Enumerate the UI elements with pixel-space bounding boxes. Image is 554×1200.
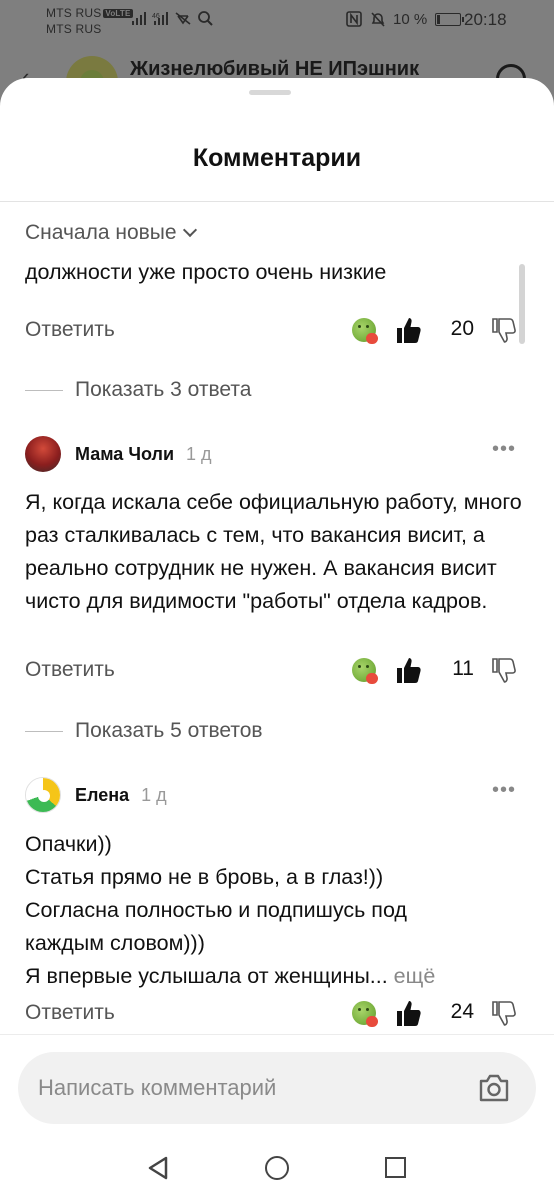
comment-line: Опачки)) [25, 832, 112, 856]
author-name[interactable]: Елена [75, 785, 129, 806]
comment-line: Согласна полностью и подпишусь под [25, 898, 407, 922]
thumbs-up-icon[interactable] [396, 999, 422, 1027]
thumbs-down-icon[interactable] [492, 317, 516, 343]
like-count: 11 [452, 657, 474, 680]
volte-badge: VoLTE [103, 9, 133, 18]
comment-line: каждым словом))) [25, 931, 205, 955]
clock: 20:18 [464, 10, 507, 29]
camera-icon[interactable] [478, 1073, 510, 1103]
show-replies-button[interactable]: Показать 3 ответа [25, 378, 251, 402]
comments-sheet: Комментарии Сначала новые должности уже … [0, 78, 554, 1200]
signal-icons: 46 [132, 10, 222, 29]
system-indicators: 10 % [345, 10, 465, 28]
comment-line: Я впервые услышала от женщины... ещё [25, 964, 436, 988]
comment-author: Елена 1 д [25, 777, 167, 813]
show-replies-label: Показать 5 ответов [75, 719, 263, 742]
divider [25, 389, 63, 391]
thumbs-up-icon[interactable] [396, 656, 422, 684]
comment-actions: 24 [352, 999, 522, 1029]
reply-button[interactable]: Ответить [25, 318, 115, 342]
comment-author: Мама Чоли 1 д [25, 436, 212, 472]
divider [0, 1034, 554, 1035]
sheet-title: Комментарии [192, 144, 362, 172]
comment-time: 1 д [186, 443, 212, 464]
comment-line: Статья прямо не в бровь, а в глаз!)) [25, 865, 384, 889]
thumbs-down-icon[interactable] [492, 1000, 516, 1026]
status-bar: MTS RUS VoLTE MTS RUS 46 10 % 20:18 [0, 0, 554, 44]
nfc-icon [346, 11, 362, 27]
show-replies-label: Показать 3 ответа [75, 378, 252, 401]
nav-home-icon[interactable] [265, 1156, 289, 1180]
more-dots-icon[interactable]: ••• [492, 779, 516, 802]
reply-button[interactable]: Ответить [25, 658, 115, 682]
comment-actions: 11 [352, 656, 522, 686]
emoji-reaction-icon[interactable] [352, 318, 378, 344]
chevron-down-icon [182, 222, 197, 238]
author-name[interactable]: Мама Чоли [75, 444, 174, 465]
like-count: 24 [450, 1000, 474, 1023]
comment-input[interactable] [38, 1066, 458, 1110]
sheet-grabber[interactable] [249, 90, 291, 95]
battery-percent: 10 % [393, 10, 428, 28]
operator-1: MTS RUS VoLTE [46, 6, 133, 20]
divider [0, 201, 554, 202]
comment-text: Опачки)) Статья прямо не в бровь, а в гл… [25, 828, 525, 993]
comment-actions: 20 [352, 316, 522, 346]
avatar[interactable] [25, 436, 61, 472]
nav-back-icon[interactable] [146, 1156, 170, 1180]
system-nav-bar [0, 1136, 554, 1200]
comment-time: 1 д [141, 784, 167, 805]
scrollbar[interactable] [519, 264, 525, 344]
operator-2: MTS RUS [46, 22, 102, 36]
emoji-reaction-icon[interactable] [352, 658, 378, 684]
avatar[interactable] [25, 777, 61, 813]
reply-button[interactable]: Ответить [25, 1001, 115, 1025]
read-more-link[interactable]: ещё [394, 964, 436, 988]
more-dots-icon[interactable]: ••• [492, 438, 516, 461]
bell-muted-icon [371, 12, 385, 27]
comment-input-bar[interactable] [18, 1052, 536, 1124]
divider [25, 730, 63, 732]
sort-dropdown[interactable]: Сначала новые [25, 221, 197, 245]
comment-text: должности уже просто очень низкие [25, 260, 387, 284]
show-replies-button[interactable]: Показать 5 ответов [25, 719, 263, 743]
thumbs-up-icon[interactable] [396, 316, 422, 344]
comment-text: Я, когда искала себе официальную работу,… [25, 490, 522, 613]
nav-recent-apps-icon[interactable] [385, 1157, 406, 1178]
comments-list[interactable]: должности уже просто очень низкие Ответи… [0, 256, 554, 1034]
battery-icon [435, 12, 465, 26]
like-count: 20 [450, 317, 474, 340]
sort-label: Сначала новые [25, 221, 177, 244]
emoji-reaction-icon[interactable] [352, 1001, 378, 1027]
thumbs-down-icon[interactable] [492, 657, 516, 683]
